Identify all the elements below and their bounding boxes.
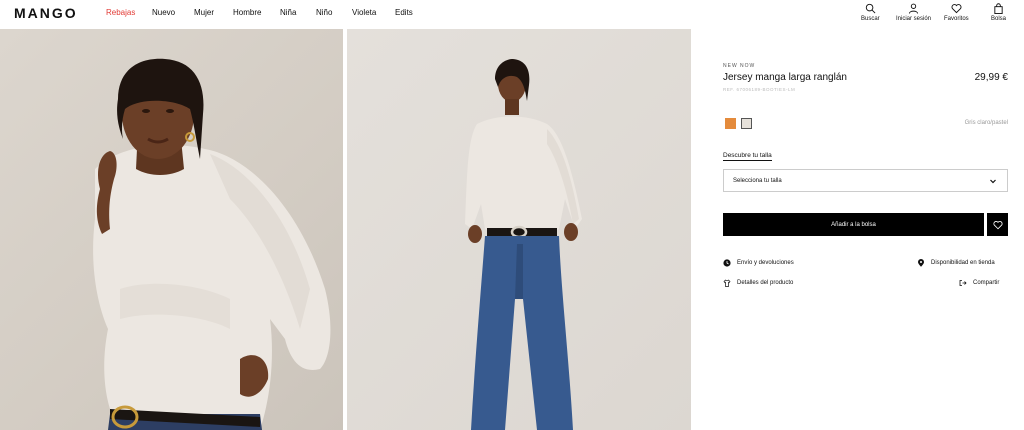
model-closeup-illustration [93, 58, 331, 430]
add-to-bag-button[interactable]: Añadir a la bolsa [723, 213, 984, 236]
nav-item-mujer[interactable]: Mujer [194, 8, 214, 17]
login-button[interactable]: Iniciar sesión [896, 3, 931, 22]
user-icon [908, 3, 919, 14]
mango-logo[interactable]: MANGO [14, 5, 78, 21]
search-label: Buscar [861, 16, 880, 22]
nav-item-hombre[interactable]: Hombre [233, 8, 261, 17]
store-availability-label: Disponibilidad en tienda [931, 260, 995, 266]
favorites-button[interactable]: Favoritos [944, 3, 969, 22]
nav-item-nina[interactable]: Niña [280, 8, 296, 17]
nav-item-rebajas[interactable]: Rebajas [106, 8, 135, 17]
product-details-link[interactable]: Detalles del producto [723, 279, 793, 287]
model-fullbody-illustration [465, 59, 582, 430]
location-pin-icon [918, 259, 924, 267]
bag-label: Bolsa [991, 16, 1007, 22]
selected-color-name: Gris claro/pastel [964, 120, 1008, 126]
color-swatch-light-grey[interactable] [741, 118, 752, 129]
shirt-icon [723, 279, 731, 287]
product-photo-fullbody[interactable] [347, 29, 691, 430]
bag-button[interactable]: Bolsa [991, 3, 1006, 22]
shipping-returns-link[interactable]: Envío y devoluciones [723, 259, 794, 267]
login-label: Iniciar sesión [896, 16, 932, 22]
favorites-label: Favoritos [944, 16, 969, 22]
shipping-returns-label: Envío y devoluciones [737, 260, 794, 266]
share-label: Compartir [973, 280, 1000, 286]
clock-icon [723, 259, 731, 267]
product-title: Jersey manga larga ranglán [723, 72, 847, 83]
nav-item-violeta[interactable]: Violeta [352, 8, 376, 17]
search-button[interactable]: Buscar [861, 3, 880, 22]
search-icon [865, 3, 876, 14]
product-info-panel: NEW NOW Jersey manga larga ranglán 29,99… [691, 29, 1024, 430]
store-availability-link[interactable]: Disponibilidad en tienda [917, 259, 995, 267]
size-guide-link[interactable]: Descubre tu talla [723, 152, 772, 161]
add-to-favorites-button[interactable] [987, 213, 1008, 236]
new-now-tag: NEW NOW [723, 63, 756, 69]
heart-icon [951, 4, 962, 14]
color-swatch-orange[interactable] [725, 118, 736, 129]
nav-item-nino[interactable]: Niño [316, 8, 332, 17]
share-icon [959, 280, 967, 286]
product-reference: REF. 67006189-BOOTIES-LM [723, 87, 796, 92]
nav-item-edits[interactable]: Edits [395, 8, 413, 17]
size-select-placeholder: Selecciona tu talla [733, 178, 782, 184]
product-photo-closeup[interactable] [0, 29, 343, 430]
product-details-label: Detalles del producto [737, 280, 794, 286]
size-select[interactable]: Selecciona tu talla [723, 169, 1008, 192]
product-price: 29,99 € [974, 72, 1008, 83]
chevron-down-icon [990, 179, 996, 184]
bag-icon [994, 3, 1003, 14]
heart-icon [992, 220, 1003, 229]
share-link[interactable]: Compartir [959, 279, 999, 287]
nav-item-nuevo[interactable]: Nuevo [152, 8, 175, 17]
top-navigation-bar: MANGO Rebajas Nuevo Mujer Hombre Niña Ni… [0, 0, 1024, 29]
